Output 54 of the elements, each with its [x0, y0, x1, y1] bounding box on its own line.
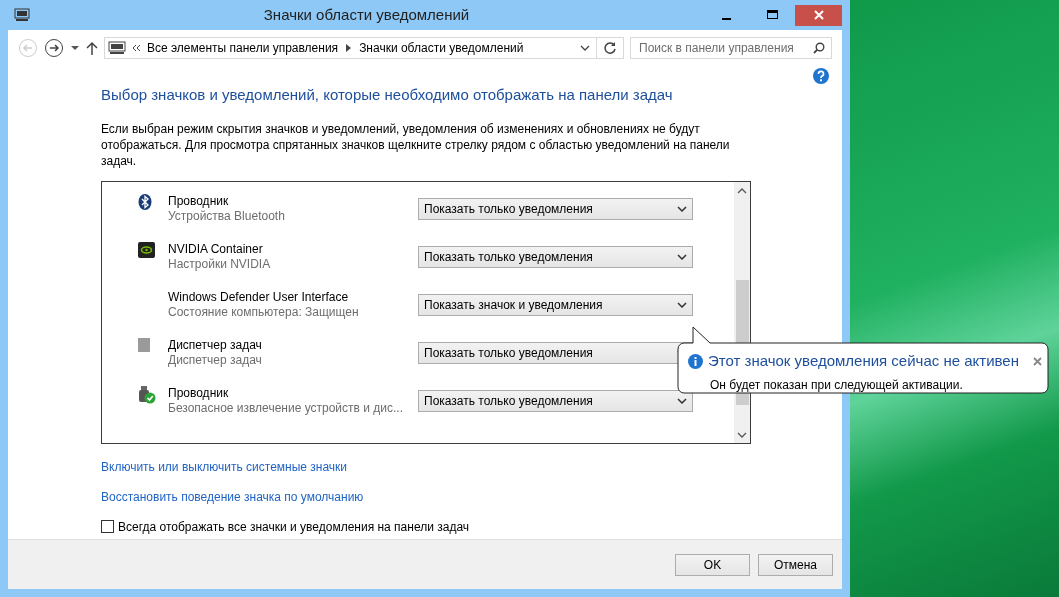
app-name: Диспетчер задач	[168, 337, 263, 353]
forward-button[interactable]	[44, 38, 64, 58]
settings-link[interactable]: Восстановить поведение значка по умолчанию	[101, 487, 364, 506]
description-text: Если выбран режим скрытия значков и уведомлений, уведомления об изменениях и обновлениях не будут отображаться. Для просмотра спрятанных значков щелкните стрелку рядом с областью уведомлений на панели задач.	[101, 120, 731, 169]
tooltip-title: Этот значок уведомления сейчас не активен	[708, 351, 1019, 371]
usb-drive-icon	[138, 385, 156, 404]
checkbox[interactable]	[101, 520, 114, 533]
behavior-dropdown[interactable]: Показать только уведомления	[418, 389, 693, 412]
breadcrumb-item[interactable]: Все элементы панели управления	[147, 39, 339, 57]
window-title: Значки области уведомлений	[262, 4, 471, 25]
app-name: Проводник	[168, 193, 230, 209]
chevron-down-icon	[677, 397, 687, 404]
up-button[interactable]	[86, 41, 98, 55]
app-name: Проводник	[168, 385, 230, 401]
app-description: Устройства Bluetooth	[168, 208, 286, 224]
chevron-down-icon[interactable]	[580, 45, 590, 51]
computer-icon	[14, 8, 30, 22]
computer-icon	[108, 41, 126, 55]
app-description: Настройки NVIDIA	[168, 256, 272, 272]
app-description: Безопасное извлечение устройств и дис...	[168, 400, 404, 416]
chevron-down-icon	[677, 301, 687, 308]
app-name: Windows Defender User Interface	[168, 289, 350, 305]
history-dropdown-button[interactable]	[70, 45, 80, 51]
square-icon	[138, 337, 150, 352]
breadcrumb-item[interactable]: Значки области уведомлений	[359, 39, 524, 57]
refresh-icon[interactable]	[603, 41, 617, 55]
search-icon	[813, 42, 825, 54]
checkbox-label[interactable]: Всегда отображать все значки и уведомления на панели задач	[118, 517, 470, 536]
search-field[interactable]: Поиск в панели управления	[630, 37, 832, 59]
double-chevron-icon	[132, 44, 141, 52]
address-bar[interactable]: Все элементы панели управления Значки области уведомлений	[104, 37, 624, 59]
behavior-dropdown[interactable]: Показать значок и уведомления	[418, 293, 693, 316]
close-icon	[813, 10, 824, 20]
behavior-dropdown[interactable]: Показать только уведомления	[418, 197, 693, 220]
breadcrumb-separator-icon	[346, 44, 352, 52]
help-icon[interactable]	[813, 68, 829, 84]
close-icon[interactable]	[1033, 356, 1042, 366]
behavior-dropdown[interactable]: Показать только уведомления	[418, 245, 693, 268]
settings-link[interactable]: Включить или выключить системные значки	[101, 457, 348, 476]
app-name: NVIDIA Container	[168, 241, 264, 257]
page-heading: Выбор значков и уведомлений, которые необходимо отображать на панели задач	[101, 85, 674, 105]
chevron-down-icon	[677, 205, 687, 212]
tooltip-text: Он будет показан при следующей активации.	[710, 376, 964, 394]
maximize-icon	[766, 10, 778, 20]
ok-button[interactable]: OK	[675, 553, 750, 576]
bluetooth-icon	[138, 193, 152, 210]
chevron-down-icon	[677, 253, 687, 260]
app-description: Диспетчер задач	[168, 352, 263, 368]
nvidia-icon	[138, 241, 155, 258]
info-icon	[688, 353, 703, 369]
close-button[interactable]	[795, 4, 842, 26]
minimize-icon	[721, 18, 731, 20]
cancel-button[interactable]: Отмена	[758, 553, 833, 576]
app-description: Состояние компьютера: Защищен	[168, 304, 360, 320]
